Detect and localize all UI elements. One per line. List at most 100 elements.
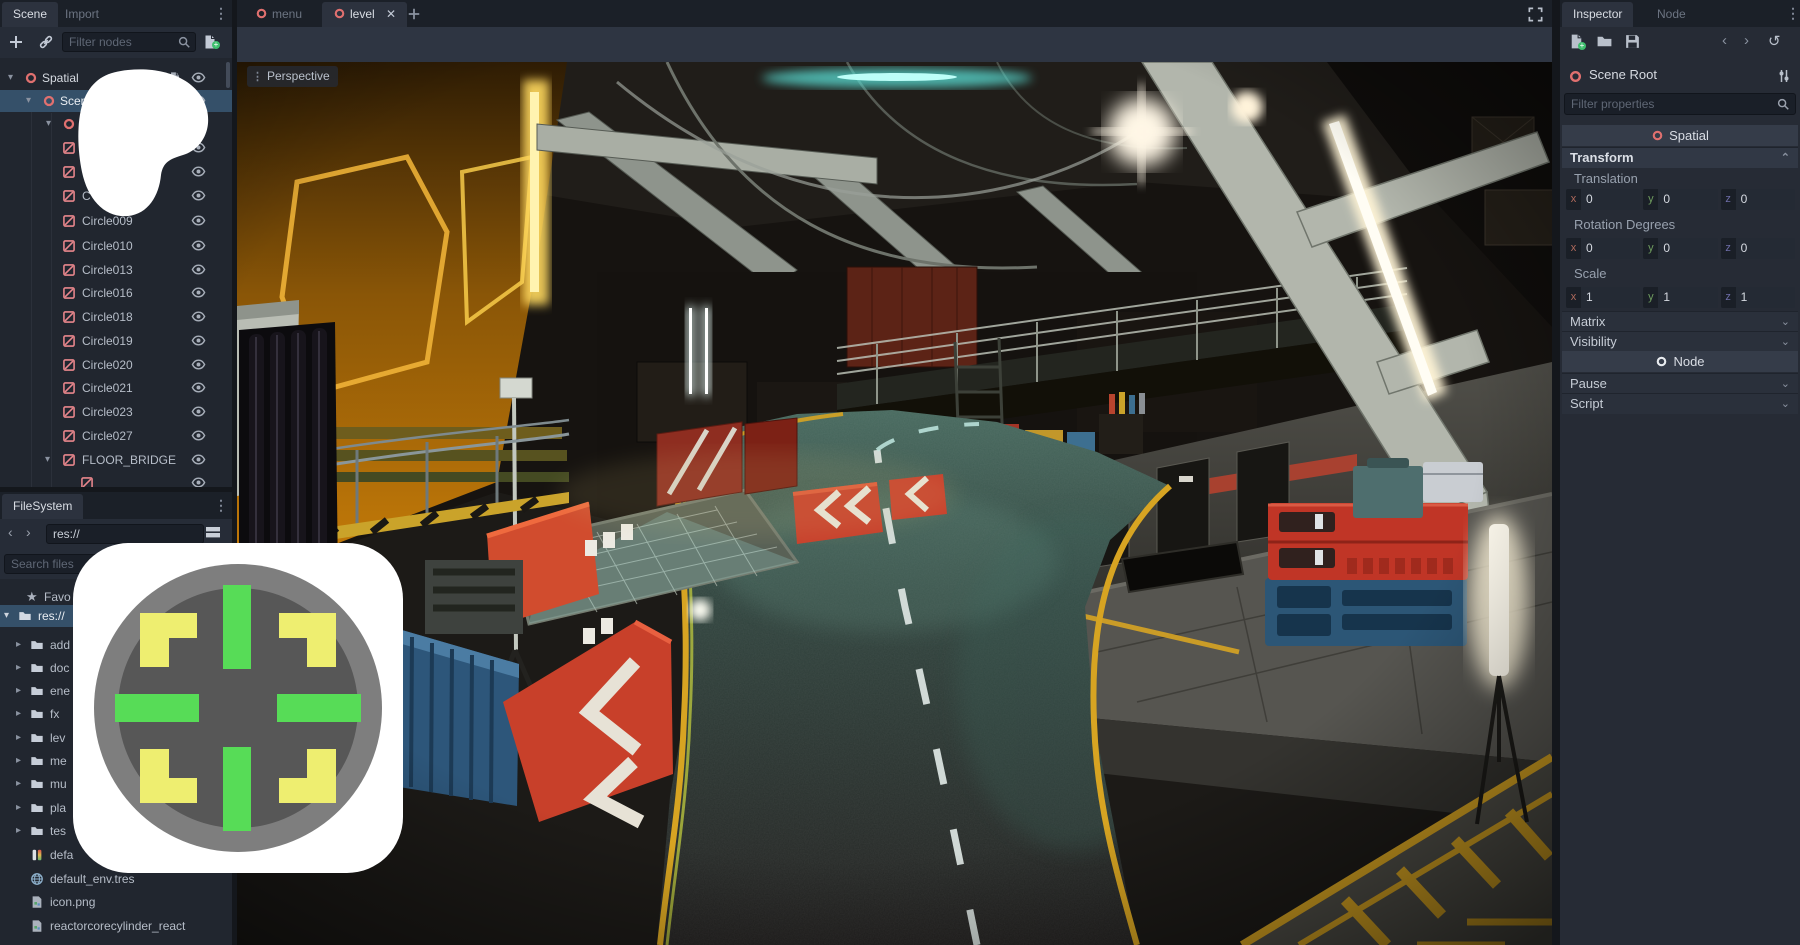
tab-inspector[interactable]: Inspector — [1562, 2, 1633, 27]
fs-label: tes — [50, 820, 66, 842]
filesystem-menu-icon[interactable]: ⋮ — [214, 497, 228, 514]
group-label: Script — [1562, 396, 1603, 411]
eye-icon[interactable] — [191, 475, 206, 487]
search-icon — [1776, 97, 1790, 111]
collapse-icon[interactable]: ▾ — [8, 67, 13, 89]
collapse-icon[interactable]: ▾ — [45, 449, 50, 471]
expand-icon[interactable]: ▸ — [16, 820, 21, 842]
expand-icon[interactable]: ▸ — [16, 750, 21, 772]
history-back-icon[interactable]: ‹ — [1722, 32, 1727, 49]
tree-row[interactable]: Circle021 — [0, 377, 232, 399]
scene-dock-menu-icon[interactable]: ⋮ — [214, 5, 228, 22]
expand-icon[interactable]: ▸ — [16, 773, 21, 795]
tree-row[interactable]: Circle010 — [0, 235, 232, 257]
fs-row-reactor[interactable]: reactorcorecylinder_react — [0, 915, 232, 937]
expand-icon[interactable]: ▸ — [16, 727, 21, 749]
tab-node[interactable]: Node — [1646, 2, 1697, 27]
add-tab-icon[interactable] — [407, 7, 421, 21]
translation-z-field[interactable]: z0 — [1721, 189, 1795, 210]
tree-row[interactable]: Circle027 — [0, 425, 232, 447]
mesh-icon — [62, 358, 76, 372]
eye-icon[interactable] — [191, 309, 206, 324]
rotation-y-field[interactable]: y0 — [1643, 238, 1717, 259]
history-forward-icon[interactable]: › — [1744, 32, 1749, 49]
eye-icon[interactable] — [191, 428, 206, 443]
tree-row[interactable]: Circle020 — [0, 354, 232, 376]
expand-icon[interactable]: ▸ — [16, 680, 21, 702]
tab-filesystem[interactable]: FileSystem — [2, 494, 83, 519]
add-node-icon[interactable] — [8, 34, 24, 50]
translation-x-field[interactable]: x0 — [1566, 189, 1640, 210]
eye-icon[interactable] — [191, 285, 206, 300]
rotation-x-field[interactable]: x0 — [1566, 238, 1640, 259]
nav-back-icon[interactable]: ‹ — [8, 524, 13, 540]
viewport-3d[interactable]: ⋮Perspective — [237, 62, 1552, 945]
filter-nodes-input[interactable]: Filter nodes — [62, 32, 196, 52]
expand-icon[interactable]: ▸ — [16, 634, 21, 656]
scale-x-field[interactable]: x1 — [1566, 287, 1640, 308]
tab-level-scene[interactable]: level ✕ — [322, 2, 407, 27]
rotation-z-field[interactable]: z0 — [1721, 238, 1795, 259]
perspective-menu[interactable]: ⋮Perspective — [247, 66, 338, 87]
collapse-icon[interactable]: ▾ — [26, 90, 31, 112]
expand-icon[interactable]: ▸ — [16, 797, 21, 819]
tree-row[interactable]: Circle019 — [0, 330, 232, 352]
eye-icon[interactable] — [191, 452, 206, 467]
filter-properties-input[interactable]: Filter properties — [1564, 93, 1796, 115]
fs-label: me — [50, 750, 67, 772]
eye-icon[interactable] — [191, 262, 206, 277]
extra-options-icon[interactable] — [1776, 68, 1792, 84]
axis-y-label: y — [1643, 189, 1658, 210]
group-matrix[interactable]: Matrix⌄ — [1562, 311, 1798, 332]
scene-dock-tabbar: Scene Import ⋮ — [0, 0, 232, 27]
node-label: Circle020 — [82, 354, 133, 376]
category-transform[interactable]: Transform⌃ — [1562, 147, 1798, 168]
inspector-menu-icon[interactable]: ⋮ — [1786, 5, 1800, 22]
translation-y-field[interactable]: y0 — [1643, 189, 1717, 210]
scene-tree-scrollbar[interactable] — [226, 62, 230, 88]
path-field[interactable]: res:// — [46, 524, 204, 544]
group-script[interactable]: Script⌄ — [1562, 393, 1798, 414]
group-label: Pause — [1562, 376, 1607, 391]
tree-row-clipped[interactable] — [0, 472, 232, 487]
scale-y-field[interactable]: y1 — [1643, 287, 1717, 308]
fullscreen-icon[interactable] — [1527, 6, 1544, 23]
tab-scene[interactable]: Scene — [2, 2, 58, 27]
group-visibility[interactable]: Visibility⌄ — [1562, 331, 1798, 352]
tree-row[interactable]: Circle013 — [0, 259, 232, 281]
tree-row[interactable]: Circle016 — [0, 282, 232, 304]
scale-z-field[interactable]: z1 — [1721, 287, 1795, 308]
tab-label: menu — [272, 7, 302, 21]
eye-icon[interactable] — [191, 333, 206, 348]
object-history-icon[interactable]: ↺ — [1768, 32, 1781, 50]
mesh-icon — [62, 286, 76, 300]
close-icon[interactable]: ✕ — [386, 7, 396, 21]
folder-icon — [30, 707, 44, 721]
fs-row-icon-png[interactable]: icon.png — [0, 891, 232, 913]
section-header-node[interactable]: Node — [1562, 351, 1798, 372]
collapse-icon[interactable]: ▾ — [46, 113, 51, 135]
load-resource-icon[interactable] — [1596, 33, 1613, 50]
eye-icon[interactable] — [191, 404, 206, 419]
nav-forward-icon[interactable]: › — [26, 524, 31, 540]
eye-icon[interactable] — [191, 380, 206, 395]
tab-menu-scene[interactable]: menu — [244, 2, 313, 27]
eye-icon[interactable] — [191, 238, 206, 253]
group-pause[interactable]: Pause⌄ — [1562, 373, 1798, 394]
axis-z-label: z — [1721, 189, 1736, 210]
eye-icon[interactable] — [191, 357, 206, 372]
tree-row[interactable]: Circle018 — [0, 306, 232, 328]
display-mode-icon[interactable] — [204, 524, 222, 542]
fs-label: reactorcorecylinder_react — [50, 915, 185, 937]
tree-row-floor-bridge[interactable]: ▾ FLOOR_BRIDGE — [0, 449, 232, 471]
save-resource-icon[interactable] — [1624, 33, 1641, 50]
search-icon — [177, 35, 191, 49]
expand-icon[interactable]: ▸ — [16, 703, 21, 725]
collapse-icon[interactable]: ▾ — [4, 605, 9, 627]
instance-scene-icon[interactable] — [38, 34, 54, 50]
tree-row[interactable]: Circle023 — [0, 401, 232, 423]
tab-import[interactable]: Import — [54, 2, 110, 27]
fs-label: icon.png — [50, 891, 95, 913]
expand-icon[interactable]: ▸ — [16, 657, 21, 679]
section-header-spatial[interactable]: Spatial — [1562, 125, 1798, 146]
